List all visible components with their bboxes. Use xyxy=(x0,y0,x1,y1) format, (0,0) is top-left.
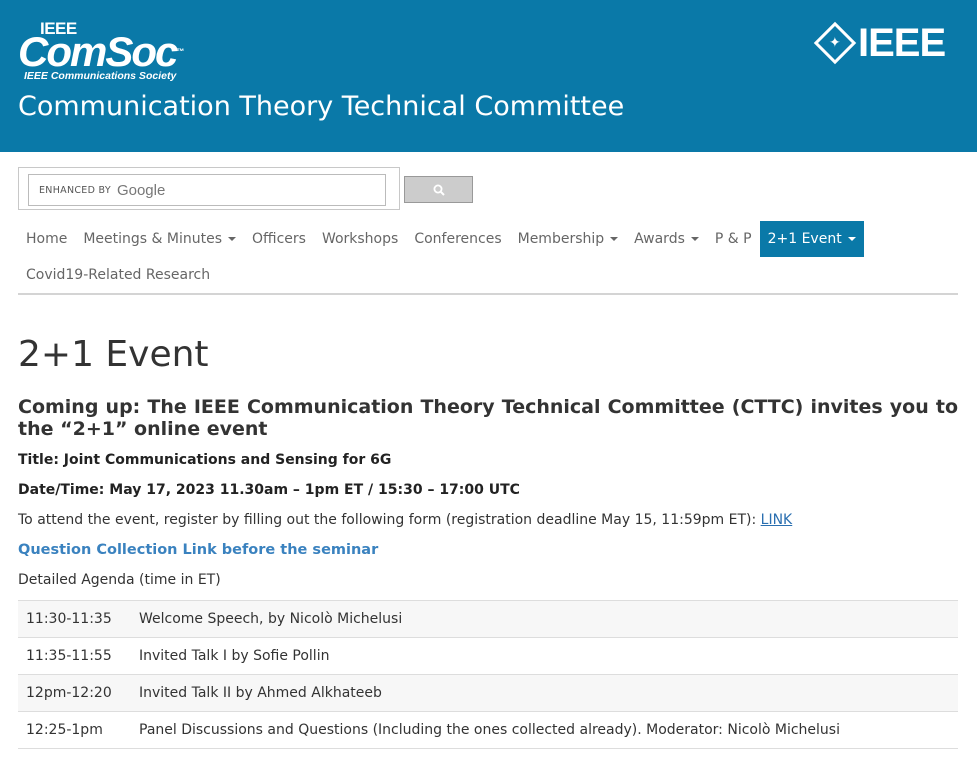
caret-down-icon xyxy=(690,237,699,241)
nav-item-conferences[interactable]: Conferences xyxy=(406,221,509,257)
ieee-logo[interactable]: ✦ IEEE xyxy=(813,21,946,65)
search-button[interactable] xyxy=(404,176,473,203)
ieee-diamond-icon: ✦ xyxy=(813,21,857,65)
search-icon xyxy=(433,184,445,196)
nav-item-awards[interactable]: Awards xyxy=(626,221,707,257)
nav-item-p-and-p[interactable]: P & P xyxy=(707,221,760,257)
question-collection-link[interactable]: Question Collection Link before the semi… xyxy=(18,540,378,560)
nav-divider xyxy=(18,293,958,295)
event-headline: Coming up: The IEEE Communication Theory… xyxy=(18,396,958,440)
agenda-time: 12:25-1pm xyxy=(26,722,103,738)
caret-down-icon xyxy=(228,237,237,241)
agenda-label: Detailed Agenda (time in ET) xyxy=(18,572,221,588)
caret-down-icon xyxy=(847,237,856,241)
event-datetime: Date/Time: May 17, 2023 11.30am – 1pm ET… xyxy=(18,482,520,498)
event-title: Title: Joint Communications and Sensing … xyxy=(18,452,392,468)
agenda-description: Welcome Speech, by Nicolò Michelusi xyxy=(139,611,403,627)
table-row: 11:30-11:35 Welcome Speech, by Nicolò Mi… xyxy=(18,601,958,638)
agenda-table: 11:30-11:35 Welcome Speech, by Nicolò Mi… xyxy=(18,600,958,749)
page-title: 2+1 Event xyxy=(18,334,209,375)
register-link[interactable]: LINK xyxy=(761,512,793,528)
nav-item-officers[interactable]: Officers xyxy=(244,221,314,257)
comsoc-logo-tagline: IEEE Communications Society xyxy=(24,70,177,82)
nav-item-covid19-research[interactable]: Covid19-Related Research xyxy=(18,257,218,293)
google-wordmark: Google xyxy=(116,181,166,199)
caret-down-icon xyxy=(610,237,619,241)
agenda-description: Panel Discussions and Questions (Includi… xyxy=(139,722,840,738)
table-row: 11:35-11:55 Invited Talk I by Sofie Poll… xyxy=(18,638,958,675)
register-text: To attend the event, register by filling… xyxy=(18,512,761,528)
nav-item-meetings-minutes[interactable]: Meetings & Minutes xyxy=(75,221,244,257)
nav-item-home[interactable]: Home xyxy=(18,221,75,257)
table-row: 12:25-1pm Panel Discussions and Question… xyxy=(18,712,958,749)
agenda-time: 12pm-12:20 xyxy=(26,685,112,701)
nav-item-workshops[interactable]: Workshops xyxy=(314,221,406,257)
nav-item-2plus1-event[interactable]: 2+1 Event xyxy=(759,221,864,257)
search-input[interactable]: ENHANCED BY Google xyxy=(28,174,386,206)
agenda-time: 11:35-11:55 xyxy=(26,648,112,664)
search-enhanced-by-label: ENHANCED BY xyxy=(39,184,111,196)
search-form: ENHANCED BY Google xyxy=(18,167,400,210)
ieee-logo-text: IEEE xyxy=(858,21,946,65)
nav-row-primary: Home Meetings & Minutes Officers Worksho… xyxy=(18,221,864,257)
agenda-description: Invited Talk II by Ahmed Alkhateeb xyxy=(139,685,382,701)
agenda-time: 11:30-11:35 xyxy=(26,611,112,627)
nav-item-membership[interactable]: Membership xyxy=(510,221,627,257)
agenda-description: Invited Talk I by Sofie Pollin xyxy=(139,648,330,664)
register-line: To attend the event, register by filling… xyxy=(18,510,792,530)
site-header: IEEE ComSoc™ IEEE Communications Society… xyxy=(0,0,977,152)
committee-title[interactable]: Communication Theory Technical Committee xyxy=(18,90,624,124)
nav-row-secondary: Covid19-Related Research xyxy=(18,257,218,293)
comsoc-logo-wordmark: ComSoc™ xyxy=(18,28,185,75)
table-row: 12pm-12:20 Invited Talk II by Ahmed Alkh… xyxy=(18,675,958,712)
